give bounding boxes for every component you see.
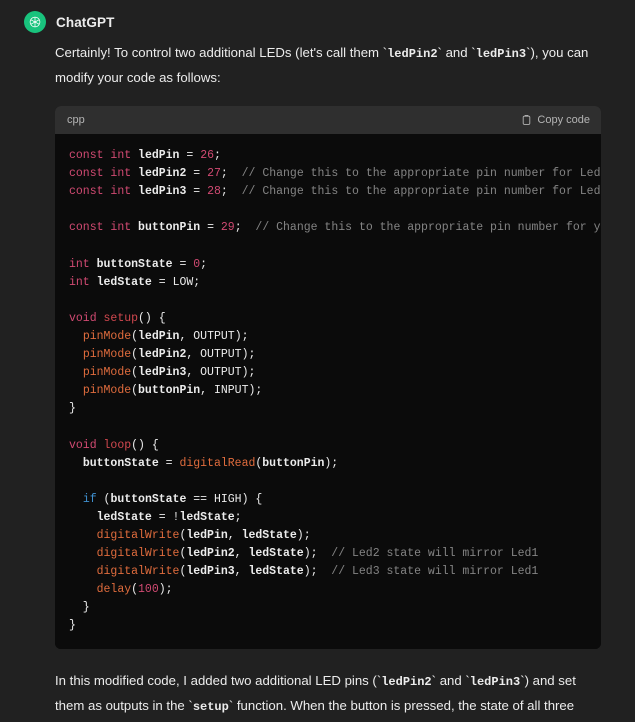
closing-text-2: ` and ` xyxy=(431,672,470,688)
copy-code-label: Copy code xyxy=(537,114,590,126)
code-content: const int ledPin = 26; const int ledPin2… xyxy=(69,149,601,633)
closing-paragraph: In this modified code, I added two addit… xyxy=(55,669,602,722)
code-block: cpp Copy code const int ledPin = 26; con… xyxy=(55,106,601,649)
inline-code-ledpin2: ledPin2 xyxy=(387,47,438,61)
message-author: ChatGPT xyxy=(56,14,115,30)
copy-code-button[interactable]: Copy code xyxy=(521,114,590,126)
code-block-header: cpp Copy code xyxy=(55,106,601,134)
openai-logo-icon xyxy=(24,11,46,33)
assistant-message: ChatGPT Certainly! To control two additi… xyxy=(0,0,635,722)
message-header: ChatGPT xyxy=(0,10,635,34)
code-language-label: cpp xyxy=(67,114,85,126)
intro-paragraph: Certainly! To control two additional LED… xyxy=(55,41,602,90)
inline-code-ledpin3-b: ledPin3 xyxy=(469,674,521,689)
inline-code-setup: setup xyxy=(192,699,229,714)
closing-text-1: In this modified code, I added two addit… xyxy=(55,672,382,688)
code-body[interactable]: const int ledPin = 26; const int ledPin2… xyxy=(55,134,601,649)
inline-code-ledpin3: ledPin3 xyxy=(475,47,527,61)
clipboard-icon xyxy=(521,114,532,126)
inline-code-ledpin2-b: ledPin2 xyxy=(381,674,432,689)
intro-text-1: Certainly! To control two additional LED… xyxy=(55,45,388,60)
message-body: Certainly! To control two additional LED… xyxy=(0,41,635,722)
intro-text-2: ` and ` xyxy=(437,45,476,60)
